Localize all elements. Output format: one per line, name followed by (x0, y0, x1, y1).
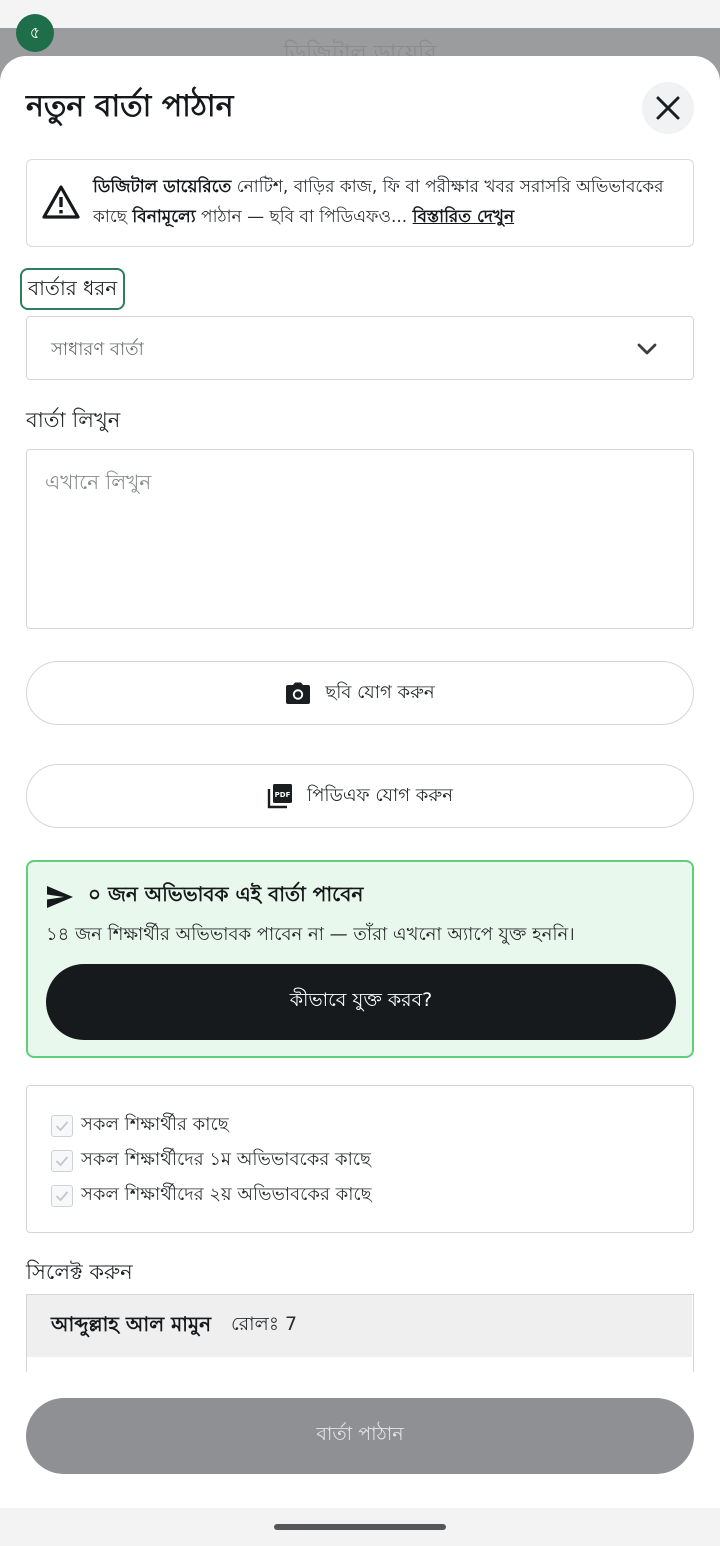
message-type-value: সাধারণ বার্তা (51, 339, 144, 360)
check-icon (55, 1190, 69, 1201)
check-icon (55, 1120, 69, 1131)
sheet-title: নতুন বার্তা পাঠান (26, 89, 234, 124)
recipients-warning: ১৪ জন শিক্ষার্থীর অভিভাবক পাবেন না — তাঁ… (46, 924, 575, 945)
student-roll: রোলঃ 7 (231, 1313, 298, 1335)
student-list: আব্দুল্লাহ আল মামুন রোলঃ 7 (26, 1294, 694, 1372)
checkbox[interactable] (51, 1184, 73, 1207)
recipient-options: সকল শিক্ষার্থীর কাছে সকল শিক্ষার্থীদের ১… (26, 1085, 694, 1233)
notice-text-2: পাঠান — ছবি বা পিডিএফও... (195, 207, 413, 227)
warning-icon (42, 185, 80, 219)
recipients-summary: ০ জন অভিভাবক এই বার্তা পাবেন ১৪ জন শিক্ষ… (26, 860, 694, 1058)
notification-badge: ৫ (16, 14, 54, 52)
svg-text:PDF: PDF (275, 791, 291, 799)
student-name: আব্দুল্লাহ আল মামুন (51, 1311, 212, 1336)
close-button[interactable] (642, 82, 694, 134)
add-pdf-label: পিডিএফ যোগ করুন (307, 784, 453, 806)
add-pdf-button[interactable]: PDF পিডিএফ যোগ করুন (26, 764, 694, 828)
add-photo-button[interactable]: ছবি যোগ করুন (26, 661, 694, 725)
message-type-select[interactable]: সাধারণ বার্তা (26, 316, 694, 380)
recipients-header: ০ জন অভিভাবক এই বার্তা পাবেন (46, 880, 363, 913)
notice-text: ডিজিটাল ডায়েরিতে নোটিশ, বাড়ির কাজ, ফি … (93, 172, 685, 232)
send-message-button[interactable]: বার্তা পাঠান (26, 1398, 694, 1474)
add-photo-label: ছবি যোগ করুন (325, 681, 435, 703)
send-icon (47, 885, 73, 908)
check-icon (55, 1155, 69, 1166)
message-input[interactable] (26, 449, 694, 629)
option-label: সকল শিক্ষার্থীদের ১ম অভিভাবকের কাছে (81, 1149, 371, 1170)
navigation-bar (0, 1508, 720, 1546)
pdf-icon: PDF (267, 783, 293, 809)
camera-icon (285, 681, 311, 705)
new-message-sheet: নতুন বার্তা পাঠান ডিজিটাল ডায়েরিতে নোটি… (0, 56, 720, 1508)
student-row[interactable]: আব্দুল্লাহ আল মামুন রোলঃ 7 (27, 1295, 692, 1357)
how-to-connect-button[interactable]: কীভাবে যুক্ত করব? (46, 964, 676, 1040)
details-link[interactable]: বিস্তারিত দেখুন (413, 207, 515, 227)
home-indicator[interactable] (274, 1524, 446, 1530)
recipients-count: ০ জন অভিভাবক এই বার্তা পাবেন (88, 882, 364, 906)
notice-bold-start: ডিজিটাল ডায়েরিতে (93, 177, 232, 197)
option-first-guardian[interactable]: সকল শিক্ষার্থীদের ১ম অভিভাবকের কাছে (51, 1145, 371, 1176)
select-students-label: সিলেক্ট করুন (26, 1260, 133, 1284)
message-label: বার্তা লিখুন (26, 408, 121, 432)
info-notice: ডিজিটাল ডায়েরিতে নোটিশ, বাড়ির কাজ, ফি … (26, 159, 694, 247)
checkbox[interactable] (51, 1149, 73, 1172)
option-second-guardian[interactable]: সকল শিক্ষার্থীদের ২য় অভিভাবকের কাছে (51, 1180, 372, 1211)
notice-bold-free: বিনামূল্যে (132, 207, 196, 227)
message-type-label: বার্তার ধরন (20, 268, 126, 310)
close-icon (656, 96, 680, 120)
chevron-down-icon (637, 343, 657, 355)
option-label: সকল শিক্ষার্থীদের ২য় অভিভাবকের কাছে (81, 1184, 372, 1205)
checkbox[interactable] (51, 1114, 73, 1137)
option-all-students[interactable]: সকল শিক্ষার্থীর কাছে (51, 1110, 229, 1141)
status-bar (0, 0, 720, 28)
option-label: সকল শিক্ষার্থীর কাছে (81, 1114, 229, 1135)
